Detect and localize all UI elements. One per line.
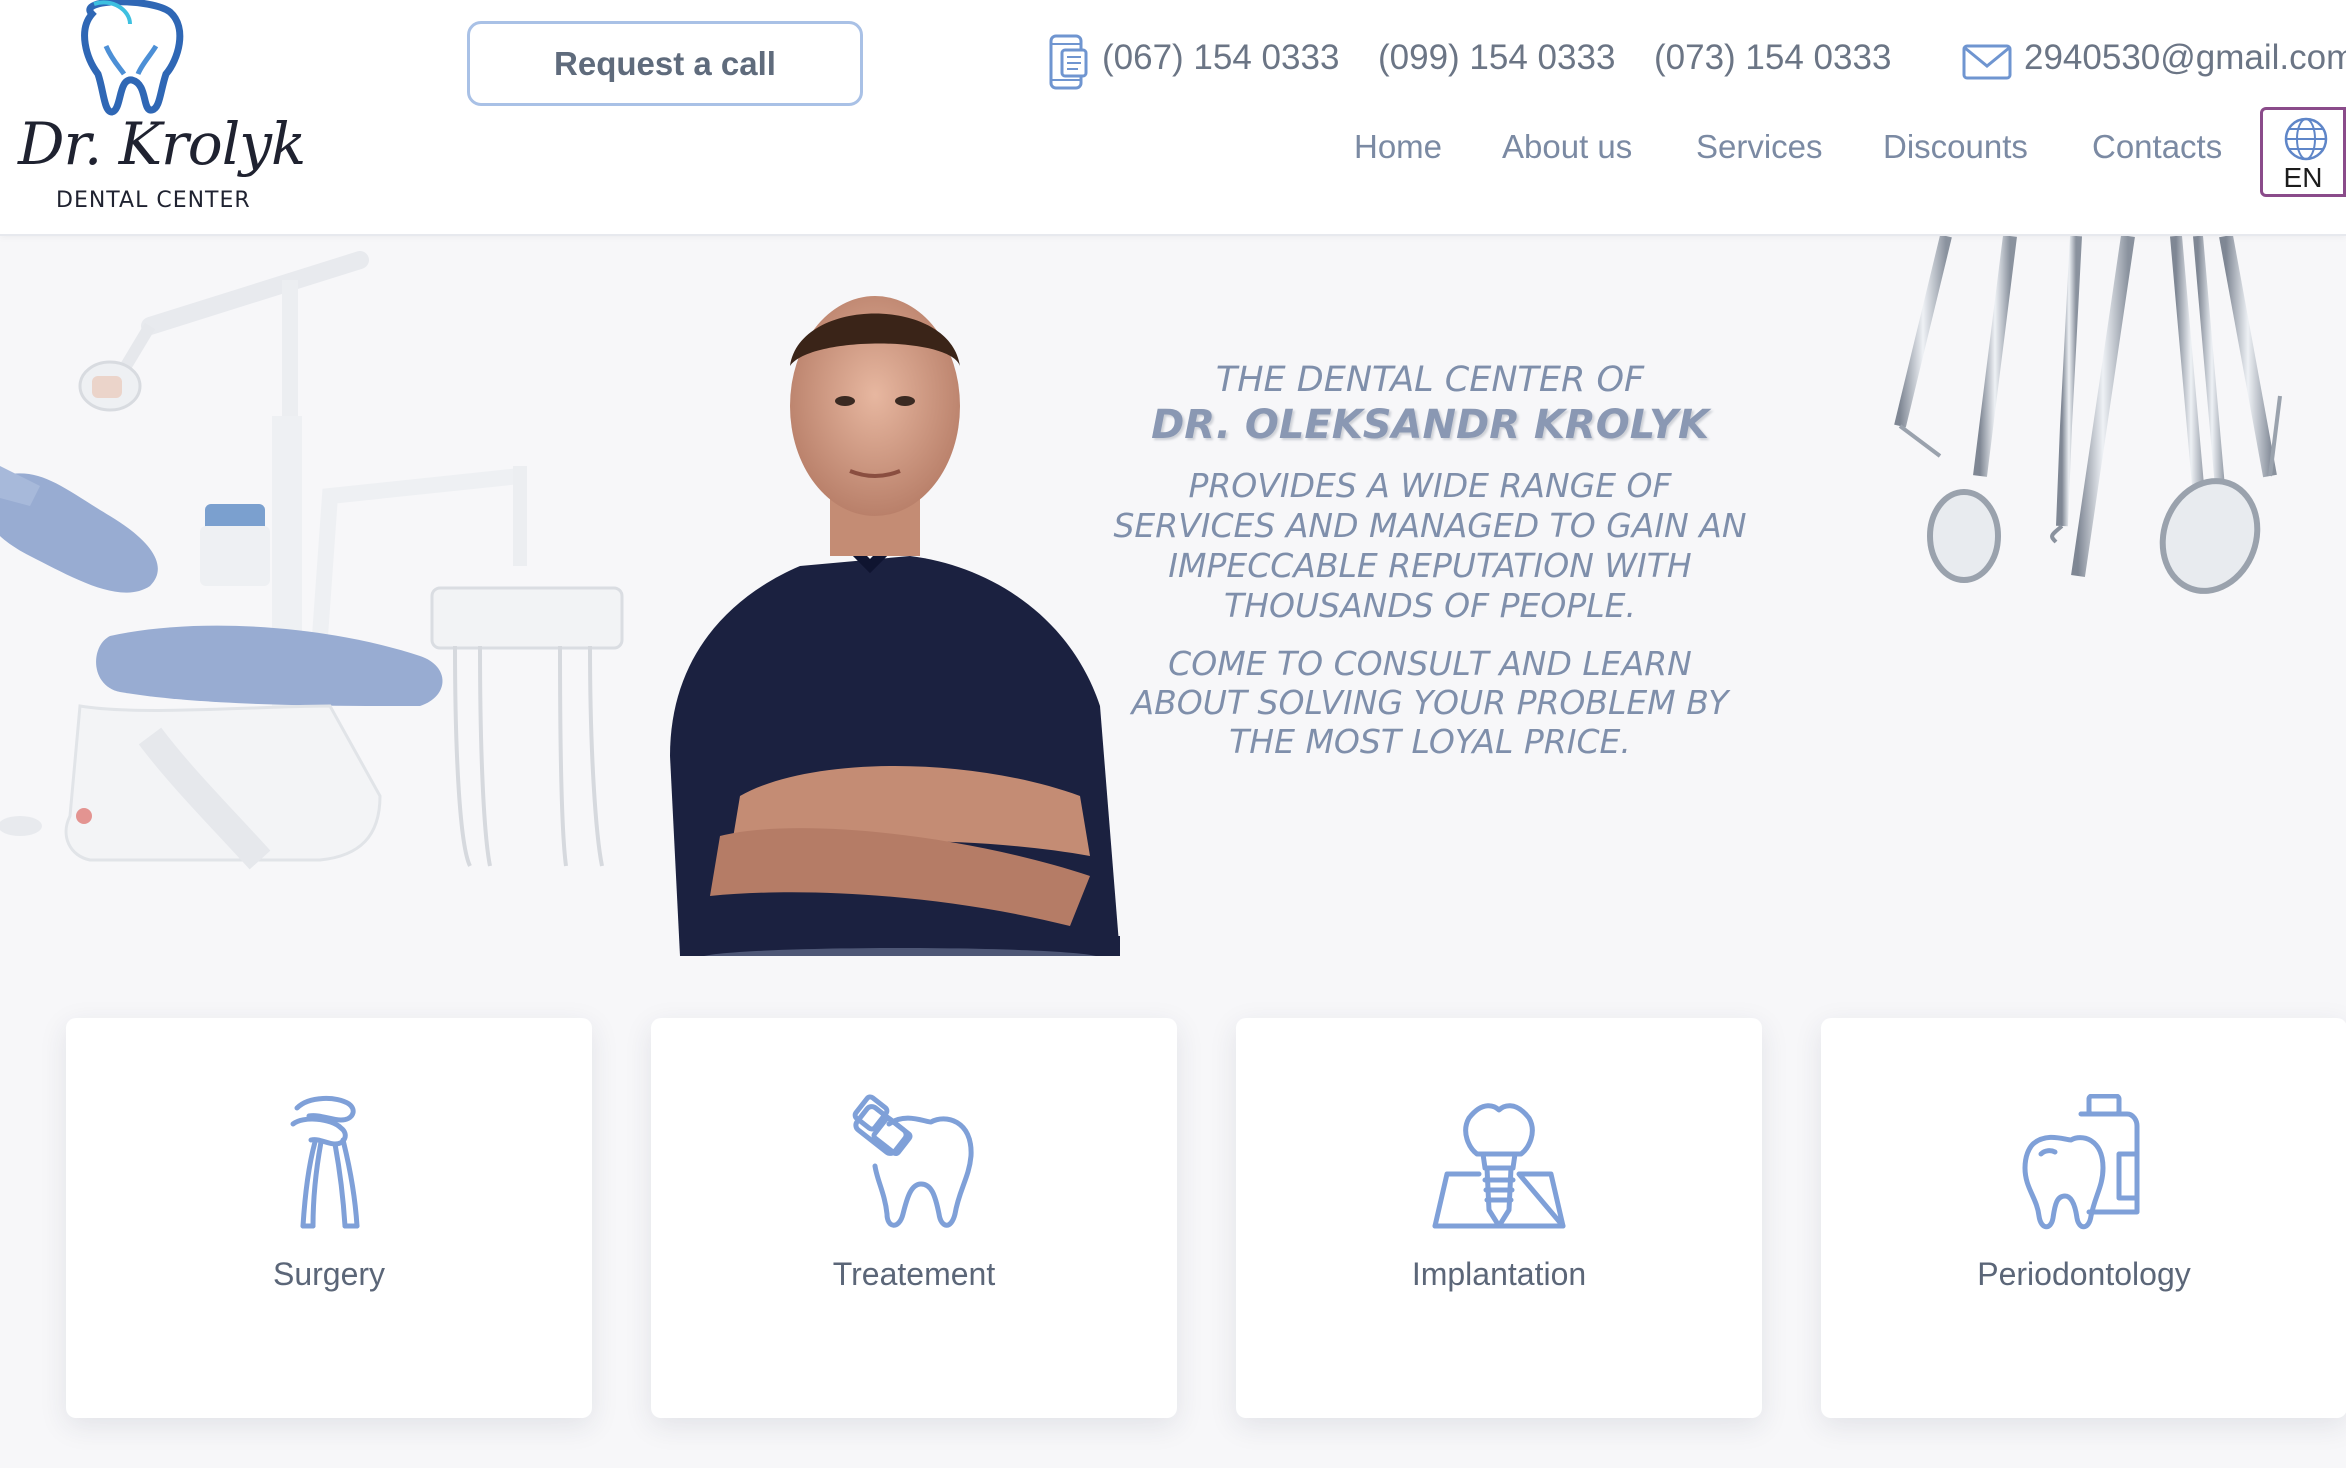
hero-text: THE DENTAL CENTER OF DR. OLEKSANDR KROLY…: [1110, 358, 1750, 761]
email-link[interactable]: 2940530@gmail.com: [2024, 38, 2346, 78]
nav-about-us[interactable]: About us: [1502, 128, 1632, 166]
logo-signature: Dr. Krolyk: [18, 110, 306, 178]
dental-chair-image: [0, 251, 624, 870]
request-call-button[interactable]: Request a call: [467, 21, 863, 106]
mail-icon: [1962, 44, 2012, 80]
hero-section: THE DENTAL CENTER OF DR. OLEKSANDR KROLY…: [0, 236, 2346, 996]
nav-contacts[interactable]: Contacts: [2092, 128, 2222, 166]
language-switcher[interactable]: EN: [2260, 107, 2346, 197]
nav-services[interactable]: Services: [1696, 128, 1823, 166]
tooth-mouthwash-icon: [2022, 1094, 2140, 1230]
service-label-periodontology: Periodontology: [1977, 1256, 2191, 1292]
phone-number-3[interactable]: (073) 154 0333: [1654, 38, 1891, 78]
nav-discounts[interactable]: Discounts: [1883, 128, 2028, 166]
hero-line-1: THE DENTAL CENTER OF: [1215, 360, 1645, 400]
service-card-periodontology[interactable]: Periodontology: [1821, 1018, 2346, 1418]
tooth-logo-icon: [81, 0, 184, 116]
site-header: Dr. Krolyk DENTAL CENTER Request a call …: [0, 0, 2346, 236]
logo-subtitle: DENTAL CENTER: [56, 188, 251, 213]
forceps-icon: [290, 1096, 360, 1229]
language-label: EN: [2283, 162, 2323, 193]
hero-paragraph-1: PROVIDES A WIDE RANGE OF SERVICES AND MA…: [1113, 466, 1747, 625]
service-label-surgery: Surgery: [272, 1256, 386, 1292]
service-label-treatement: Treatement: [832, 1256, 996, 1292]
nav-home[interactable]: Home: [1354, 128, 1442, 166]
phone-number-2[interactable]: (099) 154 0333: [1378, 38, 1615, 78]
service-label-implantation: Implantation: [1411, 1256, 1587, 1292]
globe-icon: [2284, 117, 2328, 161]
hero-paragraph-2: COME TO CONSULT AND LEARN ABOUT SOLVING …: [1131, 644, 1729, 761]
logo[interactable]: Dr. Krolyk DENTAL CENTER: [12, 0, 306, 225]
hero-doctor-name: DR. OLEKSANDR KROLYK: [1151, 402, 1709, 448]
service-card-implantation[interactable]: Implantation: [1236, 1018, 1762, 1418]
tooth-bandage-icon: [852, 1094, 974, 1228]
service-card-surgery[interactable]: Surgery: [66, 1018, 592, 1418]
phone-number-1[interactable]: (067) 154 0333: [1102, 38, 1339, 78]
dental-instruments-image: [1894, 236, 2282, 594]
service-card-treatement[interactable]: Treatement: [651, 1018, 1177, 1418]
implant-icon: [1432, 1103, 1566, 1229]
doctor-portrait: [670, 296, 1120, 956]
phone-icon: [1049, 34, 1088, 90]
